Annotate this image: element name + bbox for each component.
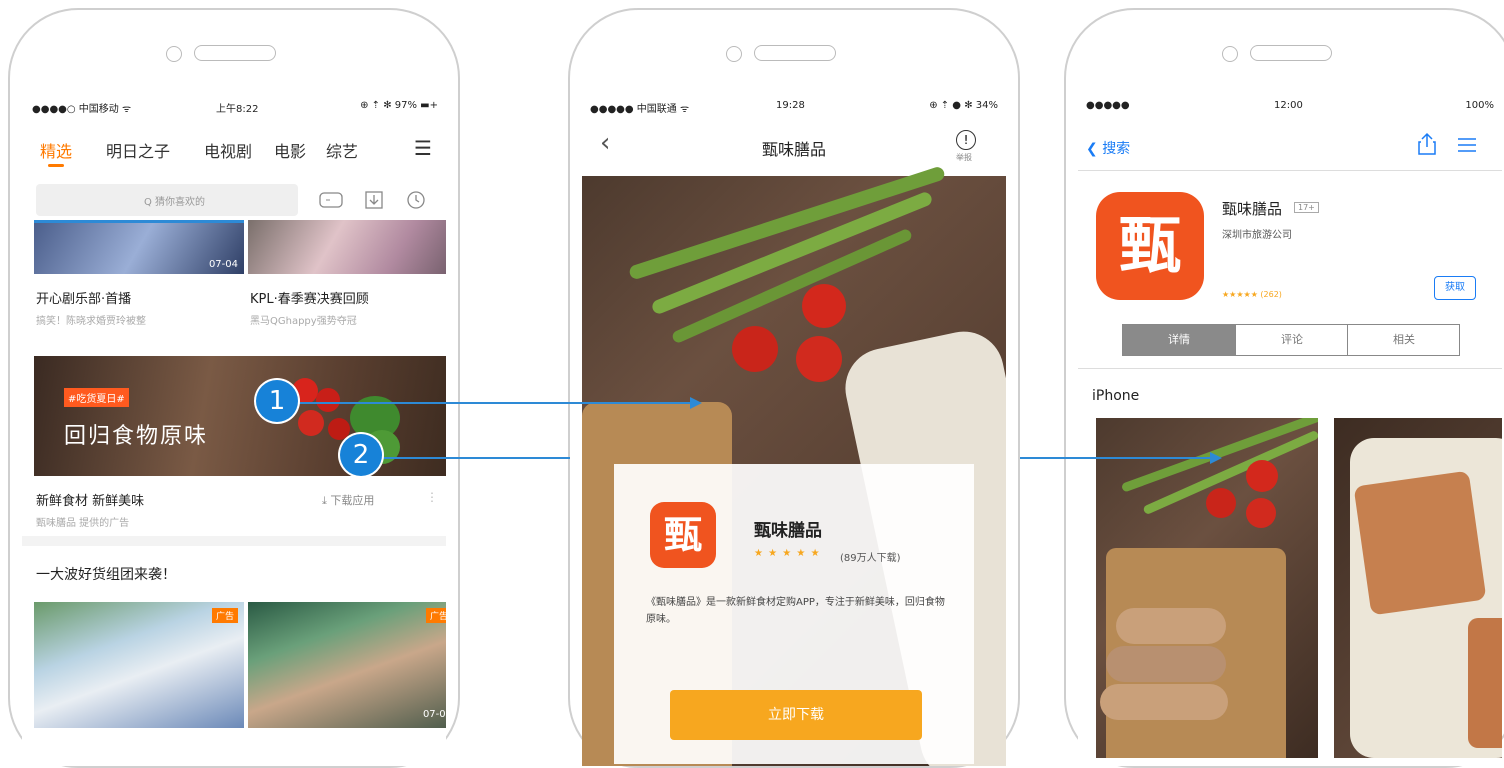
video-thumb-4[interactable]: 广告 07-08 (248, 602, 446, 728)
platform-label: iPhone (1092, 388, 1140, 404)
history-icon[interactable] (406, 190, 426, 210)
tab-variety[interactable]: 综艺 (326, 138, 358, 162)
ad-subtitle: 甄味膳品 提供的广告 (36, 518, 130, 529)
status-bar: ●●●●● 12:00 100% (1078, 100, 1502, 116)
tab-details[interactable]: 详情 (1123, 325, 1235, 355)
rating: ★★★★★ (262) (1222, 290, 1282, 299)
search-input[interactable]: Q 猜你喜欢的 (36, 184, 298, 216)
menu-icon[interactable]: ☰ (414, 136, 432, 160)
download-now-button[interactable]: 立即下载 (670, 690, 922, 740)
tab-featured[interactable]: 精选 (40, 138, 72, 162)
tab-tomorrow[interactable]: 明日之子 (106, 138, 170, 162)
arrow-head-icon (1210, 452, 1222, 464)
back-button[interactable]: ❮ 搜索 (1086, 138, 1130, 158)
camera-icon (726, 46, 742, 62)
app-name: 甄味膳品 (754, 521, 822, 541)
tab-reviews[interactable]: 评论 (1235, 325, 1348, 355)
step-marker-1: 1 (256, 380, 298, 422)
camera-icon (166, 46, 182, 62)
download-app-link[interactable]: ⤓ 下载应用 (322, 492, 374, 508)
clock: 12:00 (1274, 100, 1303, 111)
screenshot-2[interactable] (1334, 418, 1502, 758)
video-subtitle-2: 黑马QGhappy强势夺冠 (250, 316, 357, 327)
report-icon[interactable]: ! (956, 130, 976, 150)
carrier: ●●●●● 中国联通 ᯤ (590, 104, 690, 115)
ad-badge: 广告 (211, 608, 238, 623)
nav-title: 甄味膳品 (761, 140, 826, 159)
screenshot-1[interactable] (1096, 418, 1318, 758)
phone-frame-3: ●●●●● 12:00 100% ❮ 搜索 甄 甄味膳品 17+ 深圳市旅游公司… (1064, 8, 1504, 768)
speaker-icon (754, 45, 836, 61)
phone-frame-1: ●●●●○ 中国移动 ᯤ 上午8:22 ⊕ ⇡ ✻ 97% ▬+ 精选 明日之子… (8, 8, 460, 768)
connector-line-2b (1020, 457, 1218, 459)
video-thumb-3[interactable]: 广告 (34, 602, 244, 728)
status-bar: ●●●●○ 中国移动 ᯤ 上午8:22 ⊕ ⇡ ✻ 97% ▬+ (22, 100, 446, 116)
phone3-screen: ●●●●● 12:00 100% ❮ 搜索 甄 甄味膳品 17+ 深圳市旅游公司… (1078, 94, 1502, 766)
phone2-screen: ●●●●● 中国联通 ᯤ 19:28 ⊕ ⇡ ● ✻ 34% ‹ 甄味膳品 ! … (582, 94, 1006, 766)
tab-related[interactable]: 相关 (1347, 325, 1460, 355)
progress-bar (34, 220, 244, 223)
ad-badge: 广告 (425, 608, 446, 623)
back-label: 搜索 (1102, 141, 1131, 157)
tab-tv[interactable]: 电视剧 (204, 138, 252, 162)
divider (22, 536, 446, 546)
carrier: ●●●●● (1086, 100, 1130, 111)
speaker-icon (194, 45, 276, 61)
download-app-label: 下载应用 (330, 494, 375, 507)
download-count: (89万人下载) (840, 553, 901, 564)
duration: 07-04 (208, 259, 238, 270)
arrow-head-icon (690, 397, 702, 409)
ad-headline: 回归食物原味 (64, 424, 209, 449)
section-title: 一大波好货组团来袭！ (36, 567, 176, 583)
tab-movie[interactable]: 电影 (274, 138, 306, 162)
get-button[interactable]: 获取 (1434, 276, 1476, 300)
app-description: 《甄味膳品》是一款新鲜食材定购APP，专注于新鲜美味，回归食物原味。 (646, 597, 945, 625)
age-badge: 17+ (1294, 202, 1319, 213)
report-label: 举报 (956, 153, 972, 162)
list-icon[interactable] (1456, 136, 1478, 154)
tab-indicator (48, 164, 64, 167)
step-marker-2: 2 (340, 434, 382, 476)
battery: ⊕ ⇡ ✻ 97% ▬+ (360, 100, 438, 111)
video-title-1[interactable]: 开心剧乐部·首播 (36, 288, 131, 307)
speaker-icon (1250, 45, 1332, 61)
app-name: 甄味膳品 (1222, 200, 1283, 218)
download-icon[interactable] (364, 190, 384, 210)
clock: 上午8:22 (216, 104, 259, 115)
video-thumb-1[interactable]: 07-04 (34, 220, 244, 274)
duration: 07-08 (422, 709, 446, 720)
divider (1078, 368, 1502, 369)
video-thumb-2[interactable] (248, 220, 446, 274)
camera-icon (1222, 46, 1238, 62)
clock: 19:28 (776, 100, 805, 111)
phone1-screen: ●●●●○ 中国移动 ᯤ 上午8:22 ⊕ ⇡ ✻ 97% ▬+ 精选 明日之子… (22, 94, 446, 766)
carrier: ●●●●○ 中国移动 ᯤ (32, 104, 132, 115)
segment-control: 详情 评论 相关 (1122, 324, 1460, 356)
phone-frame-2: ●●●●● 中国联通 ᯤ 19:28 ⊕ ⇡ ● ✻ 34% ‹ 甄味膳品 ! … (568, 8, 1020, 768)
developer: 深圳市旅游公司 (1222, 230, 1292, 241)
battery: 100% (1465, 100, 1494, 111)
app-icon: 甄 (650, 502, 716, 568)
more-icon[interactable]: ⋮ (426, 490, 438, 504)
ad-title[interactable]: 新鲜食材 新鲜美味 (36, 490, 144, 509)
app-icon: 甄 (1096, 192, 1204, 300)
status-bar: ●●●●● 中国联通 ᯤ 19:28 ⊕ ⇡ ● ✻ 34% (582, 100, 1006, 116)
connector-line-2a (380, 457, 570, 459)
search-placeholder: Q 猜你喜欢的 (144, 197, 206, 208)
ad-tag: #吃货夏日# (64, 388, 129, 407)
battery: ⊕ ⇡ ● ✻ 34% (929, 100, 998, 111)
share-icon[interactable] (1416, 132, 1438, 156)
video-subtitle-1: 搞笑！陈晓求婚贾玲被整 (36, 316, 146, 327)
video-title-2[interactable]: KPL·春季赛决赛回顾 (250, 288, 369, 307)
divider (1078, 170, 1502, 171)
game-icon[interactable] (318, 190, 344, 210)
rating-stars: ★ ★ ★ ★ ★ (754, 548, 821, 559)
connector-line-1 (296, 402, 698, 404)
